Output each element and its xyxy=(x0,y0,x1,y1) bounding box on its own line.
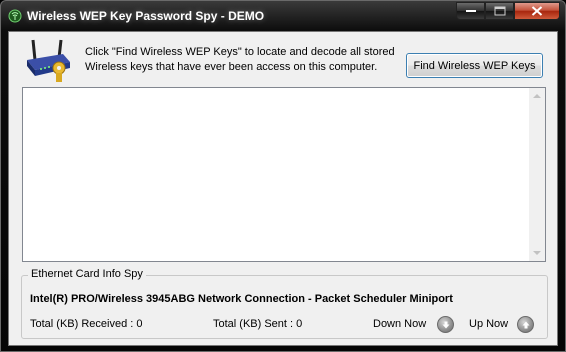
up-now-button[interactable] xyxy=(517,316,534,333)
title-bar[interactable]: Wireless WEP Key Password Spy - DEMO xyxy=(1,1,565,31)
caption-buttons xyxy=(456,2,560,20)
sent-total: Total (KB) Sent : 0 xyxy=(213,318,303,330)
wep-keys-list[interactable] xyxy=(22,87,546,262)
ethernet-info-group: Ethernet Card Info Spy Intel(R) PRO/Wire… xyxy=(21,268,548,339)
down-now-button[interactable] xyxy=(437,316,454,333)
instructions-text: Click "Find Wireless WEP Keys" to locate… xyxy=(85,46,395,73)
wireless-router-key-icon xyxy=(27,39,70,82)
received-total: Total (KB) Received : 0 xyxy=(30,318,143,330)
up-now-label: Up Now xyxy=(469,318,509,330)
maximize-icon xyxy=(494,6,505,16)
arrow-down-icon xyxy=(442,321,449,328)
client-area: Click "Find Wireless WEP Keys" to locate… xyxy=(8,31,558,346)
app-window: Wireless WEP Key Password Spy - DEMO Cli… xyxy=(0,0,566,352)
down-now-label: Down Now xyxy=(373,318,427,330)
wireless-signal-icon xyxy=(8,9,22,23)
maximize-button[interactable] xyxy=(485,2,514,20)
scroll-down-icon[interactable] xyxy=(533,251,541,255)
window-title: Wireless WEP Key Password Spy - DEMO xyxy=(27,9,265,23)
minimize-icon xyxy=(465,10,476,12)
adapter-name: Intel(R) PRO/Wireless 3945ABG Network Co… xyxy=(30,293,453,305)
arrow-up-icon xyxy=(522,321,529,328)
close-button[interactable] xyxy=(514,2,560,20)
close-icon xyxy=(531,6,543,16)
minimize-button[interactable] xyxy=(456,2,485,20)
scroll-up-icon[interactable] xyxy=(533,94,541,98)
vertical-scrollbar[interactable] xyxy=(529,88,545,261)
group-label: Ethernet Card Info Spy xyxy=(28,268,146,280)
find-wep-keys-button[interactable]: Find Wireless WEP Keys xyxy=(406,53,543,78)
